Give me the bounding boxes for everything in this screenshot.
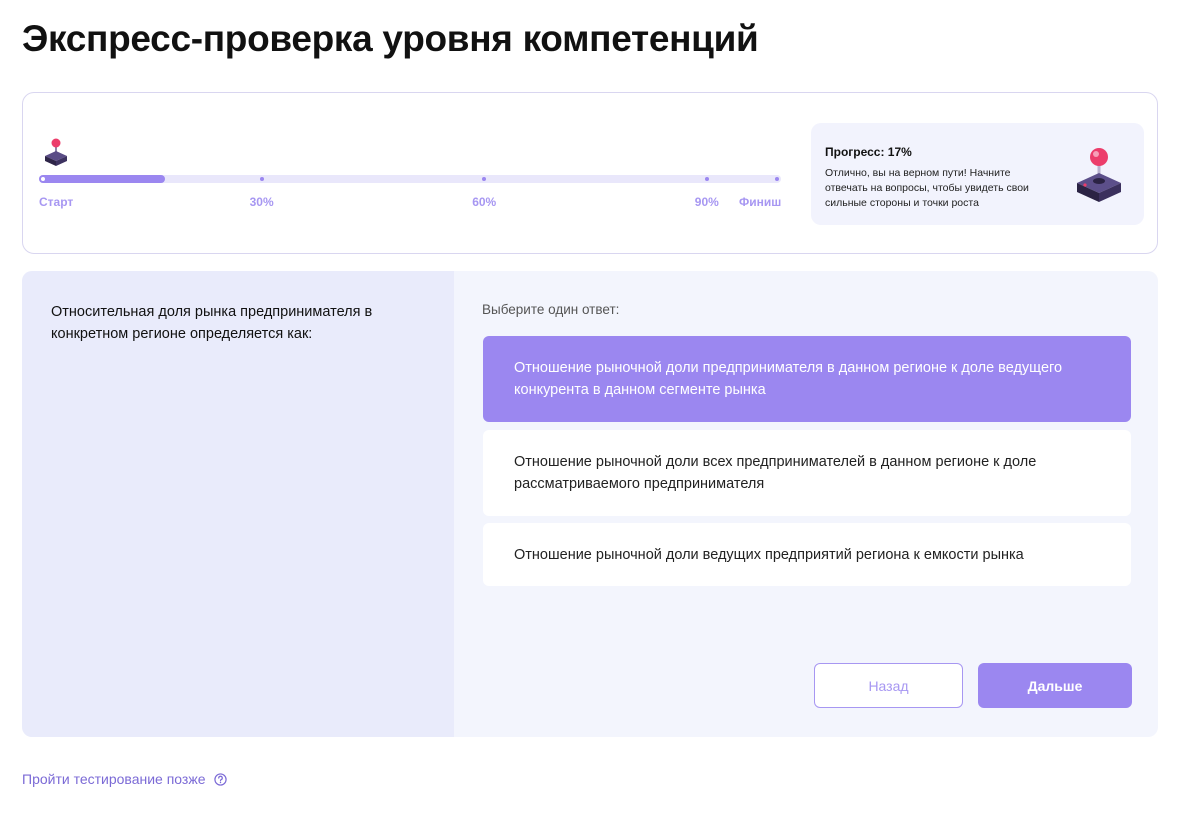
progress-tick-label: Старт [39, 195, 74, 209]
question-panel: Относительная доля рынка предпринимателя… [22, 271, 1158, 737]
answer-prompt: Выберите один ответ: [482, 302, 620, 317]
progress-info-title: Прогресс: 17% [825, 145, 912, 159]
progress-track [39, 175, 781, 183]
progress-tick-dot [259, 177, 264, 181]
question-text: Относительная доля рынка предпринимателя… [51, 304, 373, 342]
answer-option-2[interactable]: Отношение рыночной доли всех предпринима… [483, 430, 1131, 516]
question-text-area: Относительная доля рынка предпринимателя… [22, 271, 454, 737]
progress-tick-dot [775, 177, 779, 181]
progress-tick-label: 90% [694, 195, 719, 209]
progress-tick-label: 30% [249, 195, 274, 209]
question-circle-icon[interactable] [213, 772, 227, 786]
answer-option-label: Отношение рыночной доли всех предпринима… [514, 454, 1037, 492]
progress-fill [39, 175, 166, 183]
progress-tick-label: 60% [472, 195, 497, 209]
page-title: Экспресс-проверка уровня компетенций [22, 18, 759, 59]
take-test-later-link[interactable]: Пройти тестирование позже [22, 771, 227, 787]
progress-card: Старт 30% 60% 90% Финиш Прогресс: 17% Отличн… [22, 92, 1158, 254]
answer-option-label: Отношение рыночной доли ведущих предприя… [514, 546, 1024, 563]
answer-option-label: Отношение рыночной доли предпринимателя … [514, 360, 1063, 398]
progress-tick-dot [482, 177, 487, 181]
answer-option-1[interactable]: Отношение рыночной доли предпринимателя … [483, 336, 1131, 422]
progress-info-box: Прогресс: 17% Отлично, вы на верном пути… [811, 123, 1144, 225]
progress-tick-dot [41, 177, 45, 181]
joystick-icon [45, 138, 67, 166]
back-button[interactable]: Назад [814, 663, 963, 708]
take-test-later-label: Пройти тестирование позже [22, 771, 206, 787]
next-button[interactable]: Дальше [978, 663, 1132, 708]
progress-info-text: Отлично, вы на верном пути! Начните отве… [825, 167, 1029, 209]
answer-option-3[interactable]: Отношение рыночной доли ведущих предприя… [483, 523, 1131, 586]
progress-tick-dot [704, 177, 709, 181]
progress-tick-label: Финиш [739, 195, 782, 209]
joystick-icon [1077, 148, 1121, 202]
